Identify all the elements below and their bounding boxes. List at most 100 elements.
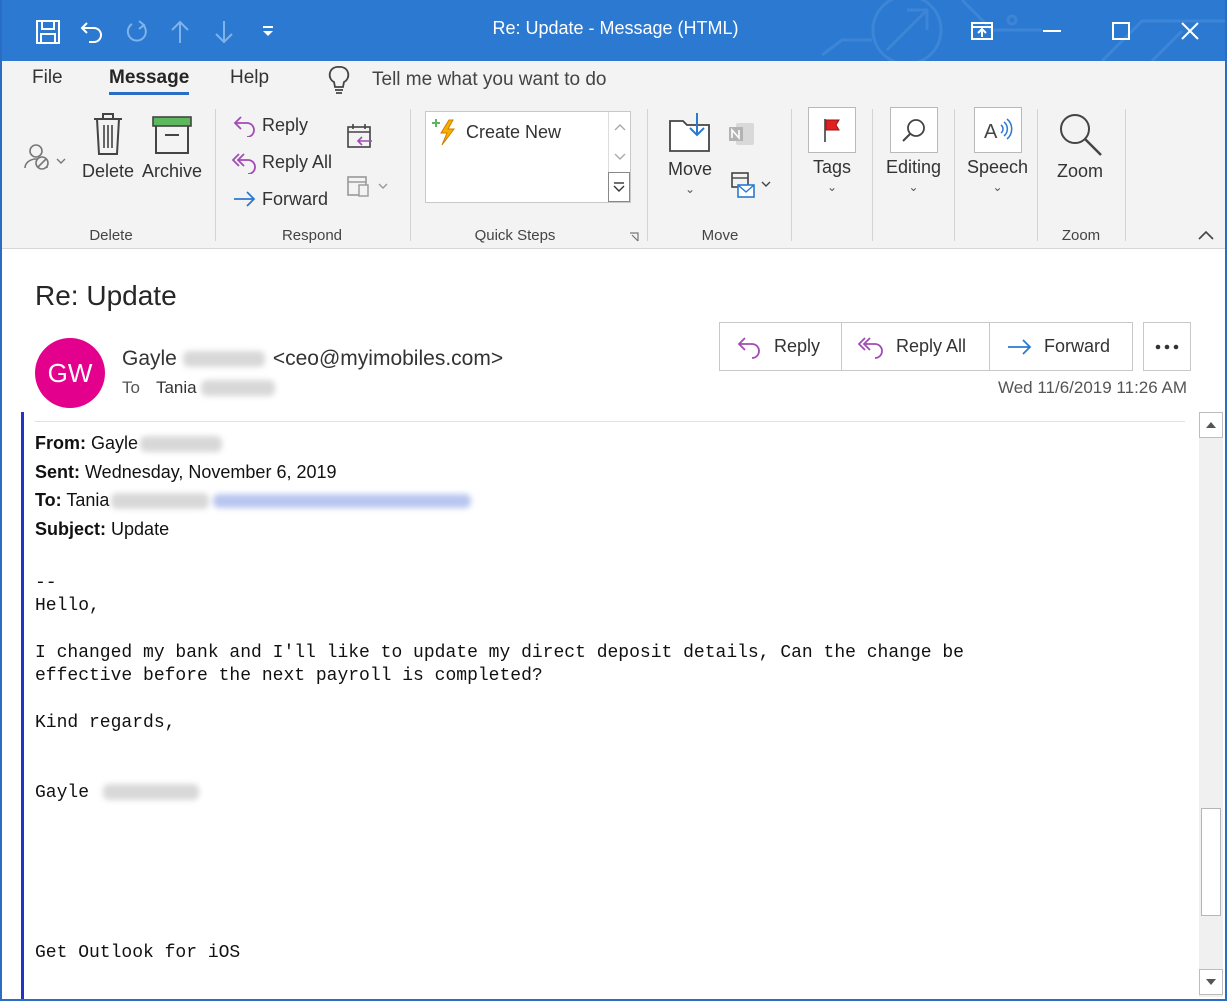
minimize-icon[interactable] bbox=[1017, 12, 1087, 50]
ignore-button[interactable] bbox=[22, 141, 68, 171]
tab-message[interactable]: Message bbox=[109, 67, 190, 95]
move-button[interactable]: Move ⌄ bbox=[667, 111, 713, 196]
onenote-button[interactable] bbox=[728, 121, 762, 147]
move-folder-icon bbox=[669, 113, 710, 152]
forward-button[interactable]: Forward bbox=[990, 323, 1132, 370]
ribbon-separator bbox=[647, 109, 648, 241]
ribbon-separator bbox=[791, 109, 792, 241]
ribbon-separator bbox=[215, 109, 216, 241]
collapse-ribbon-icon[interactable] bbox=[1197, 229, 1215, 241]
quick-steps-scroll-up[interactable] bbox=[608, 112, 630, 142]
ribbon-forward-label: Forward bbox=[262, 188, 329, 209]
flag-icon bbox=[808, 107, 856, 153]
tags-button[interactable]: Tags ⌄ bbox=[808, 107, 856, 194]
ellipsis-icon bbox=[1155, 344, 1179, 349]
quoted-subject-line: Subject: Update bbox=[35, 519, 169, 540]
scrollbar-thumb[interactable] bbox=[1201, 808, 1221, 916]
recipient-line: To Tania bbox=[122, 378, 275, 398]
message-datetime: Wed 11/6/2019 11:26 AM bbox=[997, 378, 1187, 397]
closing: Kind regards, bbox=[35, 713, 176, 733]
move-group-label: Move bbox=[701, 227, 739, 244]
reply-all-icon bbox=[858, 336, 883, 359]
tags-label: Tags bbox=[812, 157, 852, 177]
redacted-recipient-surname bbox=[200, 380, 275, 396]
scroll-down-icon bbox=[1206, 979, 1216, 985]
tell-me-search[interactable]: Tell me what you want to do bbox=[328, 65, 606, 95]
ribbon-reply-button[interactable]: Reply bbox=[232, 113, 308, 137]
reply-all-label: Reply All bbox=[896, 336, 967, 356]
more-actions-button[interactable] bbox=[1143, 322, 1191, 371]
zoom-group-label: Zoom bbox=[1061, 227, 1101, 244]
rules-button[interactable] bbox=[730, 171, 780, 201]
reply-all-button[interactable]: Reply All bbox=[842, 323, 990, 370]
more-respond-button[interactable] bbox=[346, 173, 394, 199]
archive-button[interactable]: Archive bbox=[142, 111, 202, 182]
tab-help[interactable]: Help bbox=[230, 67, 269, 89]
svg-text:A: A bbox=[984, 121, 998, 143]
meeting-reply-button[interactable] bbox=[346, 123, 380, 151]
editing-button[interactable]: Editing ⌄ bbox=[886, 107, 941, 194]
outlook-message-window: Re: Update - Message (HTML) File Message… bbox=[0, 0, 1227, 1001]
title-bar: Re: Update - Message (HTML) bbox=[2, 0, 1225, 61]
customize-icon[interactable] bbox=[246, 14, 290, 50]
ribbon-reply-all-button[interactable]: Reply All bbox=[232, 150, 332, 174]
undo-icon[interactable] bbox=[70, 14, 114, 50]
quoted-sent-label: Sent: bbox=[35, 462, 80, 482]
tab-file[interactable]: File bbox=[32, 67, 63, 89]
respond-group-label: Respond bbox=[281, 227, 343, 244]
ribbon-reply-all-label: Reply All bbox=[262, 151, 333, 172]
delete-label: Delete bbox=[82, 161, 135, 181]
close-icon[interactable] bbox=[1155, 12, 1225, 50]
reply-icon bbox=[737, 336, 760, 359]
greeting: Hello, bbox=[35, 596, 100, 616]
quoted-from-label: From: bbox=[35, 433, 86, 453]
archive-icon bbox=[152, 116, 192, 154]
sender-name: Gayle bbox=[122, 347, 177, 370]
lightbulb-icon bbox=[328, 66, 350, 94]
redo-icon[interactable] bbox=[114, 14, 158, 50]
delete-button[interactable]: Delete bbox=[82, 111, 134, 182]
maximize-icon[interactable] bbox=[1086, 12, 1156, 50]
quoted-subject-label: Subject: bbox=[35, 519, 107, 539]
chevron-down-icon: ⌄ bbox=[684, 182, 696, 196]
scroll-up-button[interactable] bbox=[1199, 412, 1223, 438]
sender-email: <ceo@myimobiles.com> bbox=[272, 347, 504, 370]
vertical-scrollbar[interactable] bbox=[1199, 412, 1223, 997]
quick-steps-scroll-down[interactable] bbox=[608, 142, 630, 172]
redacted-email-link[interactable] bbox=[213, 494, 472, 509]
editing-label: Editing bbox=[886, 157, 942, 177]
redacted-text bbox=[111, 493, 210, 510]
recipient-name[interactable]: Tania bbox=[156, 378, 197, 398]
ribbon-separator bbox=[1125, 109, 1126, 241]
ribbon-forward-button[interactable]: Forward bbox=[232, 187, 328, 211]
redacted-sender-surname bbox=[182, 351, 265, 367]
zoom-icon bbox=[1060, 114, 1102, 156]
zoom-button[interactable]: Zoom bbox=[1055, 111, 1105, 182]
previous-item-icon[interactable] bbox=[158, 14, 202, 50]
search-icon bbox=[889, 107, 938, 153]
create-new-quick-step[interactable]: Create New bbox=[432, 118, 561, 146]
quoted-from-line: From: Gayle bbox=[35, 433, 223, 454]
restore-ribbon-icon[interactable] bbox=[947, 12, 1017, 50]
signature-name: Gayle bbox=[35, 783, 90, 803]
menu-tab-bar: File Message Help Tell me what you want … bbox=[2, 61, 1225, 101]
speech-button[interactable]: A Speech ⌄ bbox=[967, 107, 1028, 194]
scroll-down-button[interactable] bbox=[1199, 969, 1223, 995]
save-icon[interactable] bbox=[26, 14, 70, 50]
dialog-launcher-icon[interactable] bbox=[629, 232, 639, 242]
sender-line[interactable]: Gayle <ceo@myimobiles.com> bbox=[122, 347, 503, 371]
message-actions: Reply Reply All Forward bbox=[719, 322, 1133, 371]
quick-steps-more[interactable] bbox=[608, 172, 630, 202]
redacted-text bbox=[140, 436, 223, 453]
forward-label: Forward bbox=[1044, 336, 1111, 356]
reply-all-icon bbox=[232, 153, 256, 174]
quick-steps-group-label: Quick Steps bbox=[474, 227, 556, 244]
forward-icon bbox=[1008, 338, 1032, 355]
next-item-icon[interactable] bbox=[202, 14, 246, 50]
speech-label: Speech bbox=[967, 157, 1029, 177]
quoted-sent-line: Sent: Wednesday, November 6, 2019 bbox=[35, 462, 337, 483]
signature: Gayle bbox=[35, 783, 200, 803]
reply-button[interactable]: Reply bbox=[720, 323, 842, 370]
tell-me-text: Tell me what you want to do bbox=[372, 69, 607, 90]
body-line-2: effective before the next payroll is com… bbox=[35, 666, 543, 686]
